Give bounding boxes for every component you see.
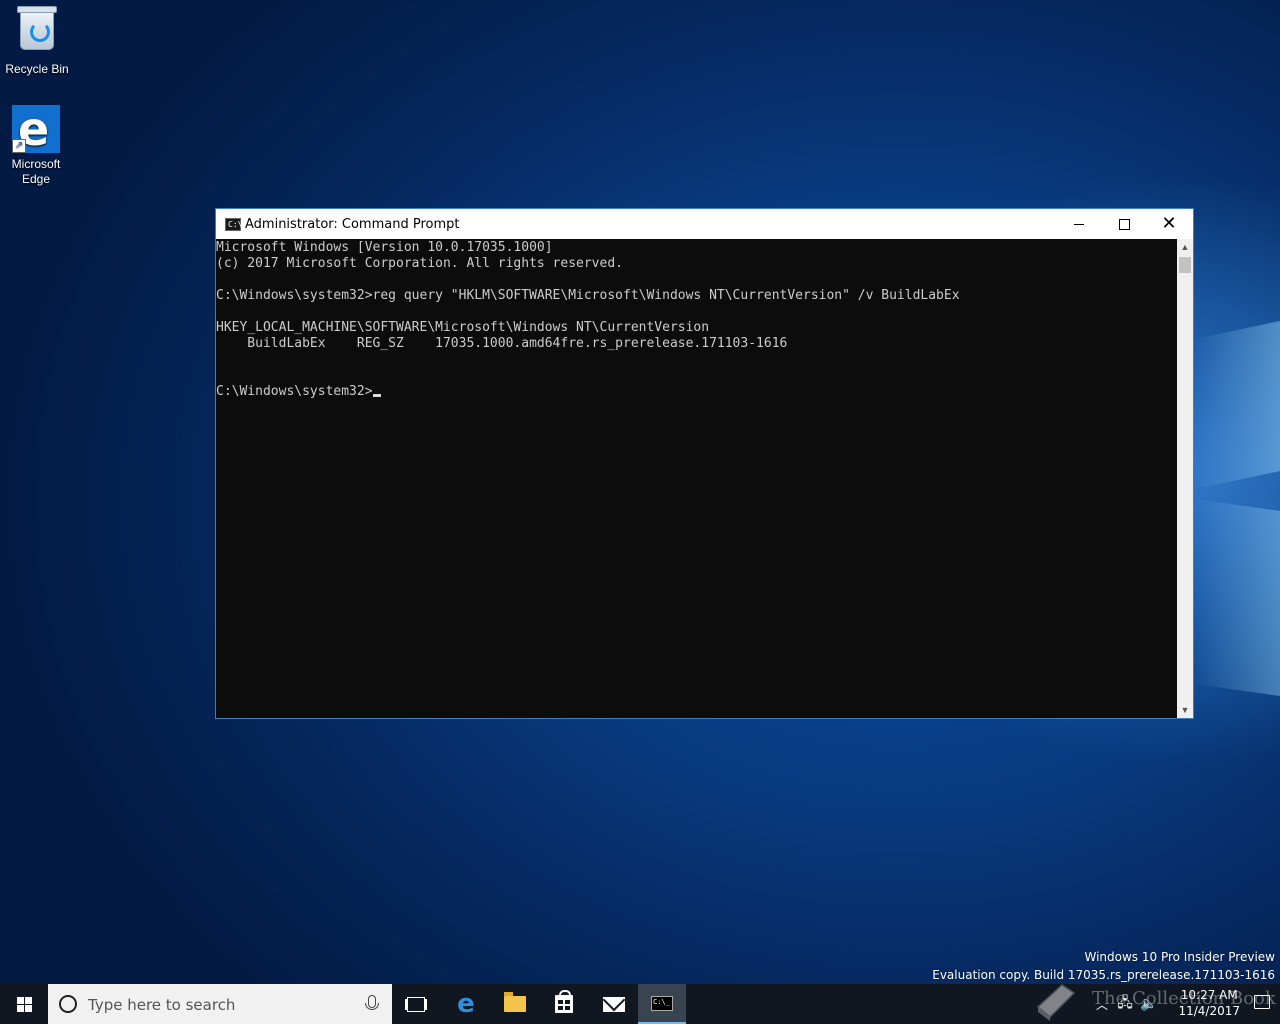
book-watermark-icon (1036, 984, 1076, 1021)
vertical-scrollbar[interactable]: ▲ ▼ (1177, 239, 1193, 718)
file-explorer-icon (504, 992, 526, 1012)
wallpaper-ray (1195, 320, 1280, 490)
window-title: Administrator: Command Prompt (245, 217, 460, 232)
task-view-button[interactable] (392, 984, 440, 1024)
build-watermark-line1: Windows 10 Pro Insider Preview (1084, 950, 1275, 964)
minimize-icon (1074, 223, 1084, 225)
console-line: (c) 2017 Microsoft Corporation. All righ… (216, 256, 623, 271)
scroll-down-arrow-icon[interactable]: ▼ (1177, 702, 1193, 718)
edge-icon: e ↗ (12, 105, 60, 153)
console-line: HKEY_LOCAL_MACHINE\SOFTWARE\Microsoft\Wi… (216, 320, 710, 335)
build-watermark-line2: Evaluation copy. Build 17035.rs_prerelea… (932, 968, 1275, 982)
search-placeholder: Type here to search (88, 996, 236, 1014)
desktop-icon-recycle-bin[interactable]: Recycle Bin (1, 6, 73, 77)
command-prompt-icon: C:\ (225, 218, 242, 231)
taskbar-file-explorer-button[interactable] (491, 984, 539, 1024)
taskbar-store-button[interactable] (540, 984, 588, 1024)
taskbar-mail-button[interactable] (590, 984, 638, 1024)
microphone-icon[interactable] (365, 995, 379, 1010)
taskbar: Type here to search e C:\_ ︿ 🖧 🔈 10:27 A… (0, 984, 1280, 1024)
edge-icon: e (457, 989, 475, 1019)
close-icon: ✕ (1161, 213, 1177, 234)
console-output[interactable]: Microsoft Windows [Version 10.0.17035.10… (216, 239, 1177, 718)
mail-icon (603, 996, 625, 1012)
text-cursor (372, 394, 381, 397)
close-button[interactable]: ✕ (1146, 209, 1192, 239)
wallpaper-ray (1195, 499, 1280, 696)
desktop-icon-label: Microsoft Edge (11, 157, 61, 186)
console-prompt: C:\Windows\system32> (216, 384, 373, 399)
console-line: C:\Windows\system32>reg query "HKLM\SOFT… (216, 288, 960, 303)
console-line: BuildLabEx REG_SZ 17035.1000.amd64fre.rs… (216, 336, 788, 351)
windows-logo-icon (16, 996, 32, 1012)
task-view-icon (407, 996, 425, 1012)
maximize-button[interactable] (1101, 209, 1147, 239)
scroll-up-arrow-icon[interactable]: ▲ (1177, 239, 1193, 255)
maximize-icon (1118, 218, 1130, 230)
command-prompt-window[interactable]: C:\ Administrator: Command Prompt ✕ Micr… (215, 208, 1194, 719)
taskbar-edge-button[interactable]: e (442, 984, 490, 1024)
cortana-icon (59, 995, 77, 1013)
store-icon (555, 990, 573, 1013)
desktop-icon-edge[interactable]: e ↗ Microsoft Edge (0, 105, 72, 187)
site-watermark-text: The Collection Book (1092, 988, 1276, 1009)
search-box[interactable]: Type here to search (48, 984, 392, 1024)
start-button[interactable] (0, 984, 48, 1024)
title-bar[interactable]: C:\ Administrator: Command Prompt ✕ (216, 209, 1193, 239)
minimize-button[interactable] (1056, 209, 1102, 239)
recycle-bin-icon (13, 6, 61, 58)
scroll-thumb[interactable] (1179, 257, 1191, 273)
taskbar-command-prompt-button[interactable]: C:\_ (638, 984, 686, 1024)
desktop-icon-label: Recycle Bin (5, 62, 69, 76)
console-line: Microsoft Windows [Version 10.0.17035.10… (216, 240, 553, 255)
command-prompt-icon: C:\_ (651, 995, 673, 1011)
